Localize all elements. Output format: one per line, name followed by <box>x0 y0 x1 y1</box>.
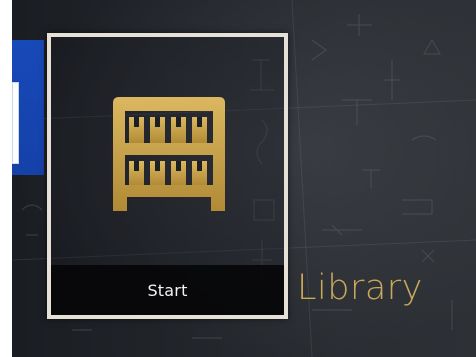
library-shelf-icon <box>113 97 225 211</box>
start-button-label: Start <box>147 280 188 300</box>
library-app-tile[interactable]: Start <box>47 33 288 319</box>
previous-app-tile-content <box>12 82 19 164</box>
app-title: Library <box>297 268 423 308</box>
start-button[interactable]: Start <box>51 265 284 315</box>
home-screen: Start Library <box>12 0 476 357</box>
previous-app-tile[interactable] <box>12 40 44 175</box>
